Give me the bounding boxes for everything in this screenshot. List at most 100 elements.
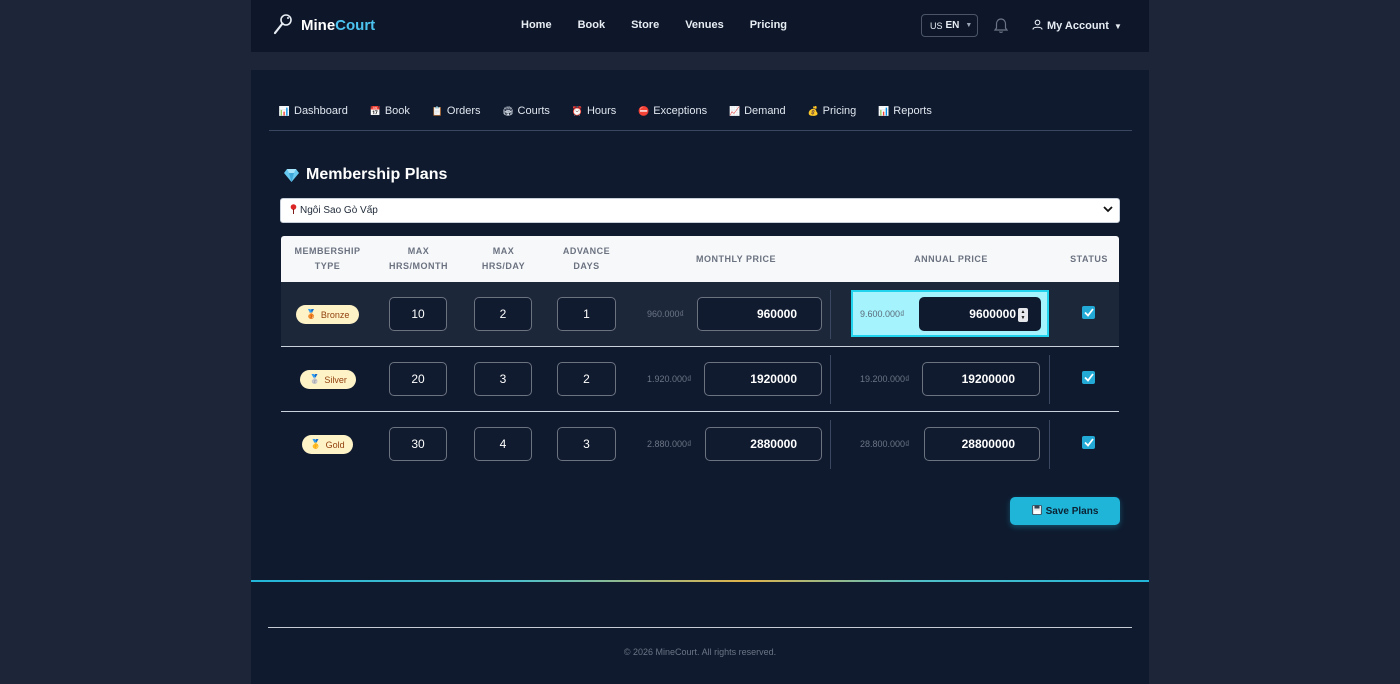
- page-title-text: Membership Plans: [306, 166, 448, 183]
- admin-tabs: 📊 Dashboard 📅 Book 📋 Orders 🏟 Courts ⏰ Hours …: [279, 105, 954, 117]
- table-row: 🥇 Gold 30 4 3 2.880.000₫ 2880000 28.800.0…: [281, 412, 1119, 477]
- footer-copyright: © 2026 MineCourt. All rights reserved.: [623, 647, 777, 657]
- header-max-hrs-day: MAX HRS/DAY: [481, 246, 526, 271]
- monthly-price-input[interactable]: 960000: [697, 297, 822, 331]
- racket-icon: [273, 14, 292, 36]
- tabs-divider: [269, 130, 1132, 131]
- no-entry-icon: ⛔: [638, 105, 650, 116]
- status-checkbox[interactable]: [1082, 436, 1095, 449]
- max-hrs-day-input[interactable]: 3: [474, 362, 532, 396]
- medal-icon: 🥉: [305, 309, 317, 319]
- save-plans-label: Save Plans: [1045, 505, 1099, 517]
- chevron-down-icon: [1103, 206, 1113, 215]
- bar-chart-icon: 📊: [878, 105, 890, 116]
- header-max-hrs-month: MAX HRS/MONTH: [389, 246, 448, 271]
- monthly-price-formatted: 960.000₫: [647, 309, 685, 319]
- tab-hours[interactable]: ⏰ Hours: [572, 105, 616, 117]
- number-spinner-icon[interactable]: ▲ ▼: [1018, 308, 1028, 322]
- footer-divider: [268, 627, 1132, 628]
- location-pin-icon: [290, 204, 297, 217]
- brand-name-part2: Court: [335, 16, 376, 34]
- annual-price-cell-focused: 9.600.000₫ 9600000 ▲ ▼: [851, 290, 1049, 337]
- chevron-down-icon: ▼: [1113, 21, 1122, 31]
- medal-icon: 🥇: [310, 439, 322, 449]
- plans-table-header: MEMBERSHIP TYPE MAX HRS/MONTH MAX HRS/DAY A…: [281, 236, 1119, 282]
- nav-venues[interactable]: Venues: [685, 19, 724, 31]
- annual-price-input[interactable]: 9600000 ▲ ▼: [919, 297, 1041, 331]
- tab-label: Demand: [744, 105, 786, 117]
- tab-book[interactable]: 📅 Book: [370, 105, 410, 117]
- caret-down-icon: ▼: [965, 22, 973, 29]
- flag-icon: US: [930, 20, 943, 31]
- cell-divider: [1049, 420, 1050, 469]
- nav-store[interactable]: Store: [631, 19, 659, 31]
- tab-label: Orders: [446, 105, 481, 117]
- annual-price-formatted: 28.800.000₫: [860, 439, 910, 449]
- account-menu[interactable]: My Account ▼: [1032, 19, 1122, 33]
- header-spacer: [251, 52, 1149, 70]
- max-hrs-month-input[interactable]: 30: [389, 427, 447, 461]
- monthly-price-input[interactable]: 2880000: [705, 427, 822, 461]
- tab-label: Book: [384, 105, 410, 117]
- tab-label: Hours: [586, 105, 617, 117]
- advance-days-input[interactable]: 2: [557, 362, 616, 396]
- brand-logo[interactable]: Mine Court: [273, 14, 375, 36]
- table-row: 🥉 Bronze 10 2 1 960.000₫ 960000 9.600.000…: [281, 282, 1119, 347]
- top-header: Mine Court Home Book Store Venues Pricing…: [251, 0, 1149, 52]
- status-checkbox[interactable]: [1082, 371, 1095, 384]
- tab-label: Pricing: [822, 105, 857, 117]
- page-container: Mine Court Home Book Store Venues Pricing…: [251, 0, 1149, 684]
- max-hrs-day-input[interactable]: 4: [474, 427, 532, 461]
- membership-badge-silver: 🥈 Silver: [300, 370, 356, 389]
- tab-orders[interactable]: 📋 Orders: [432, 105, 481, 117]
- header-advance-days: ADVANCE DAYS: [562, 246, 611, 271]
- user-icon: [1032, 19, 1043, 33]
- tab-demand[interactable]: 📈 Demand: [729, 105, 786, 117]
- header-monthly-price: MONTHLY PRICE: [695, 253, 776, 264]
- clipboard-icon: 📋: [431, 105, 444, 116]
- gem-icon: [284, 168, 299, 182]
- status-checkbox[interactable]: [1082, 306, 1095, 319]
- nav-home[interactable]: Home: [521, 19, 552, 31]
- tab-dashboard[interactable]: 📊 Dashboard: [279, 105, 348, 117]
- floppy-disk-icon: [1031, 505, 1042, 517]
- cell-divider: [830, 355, 831, 404]
- dashboard-icon: 📊: [278, 105, 291, 116]
- advance-days-input[interactable]: 3: [557, 427, 616, 461]
- calendar-icon: 📅: [369, 105, 381, 116]
- header-membership-type: MEMBERSHIP TYPE: [294, 246, 361, 271]
- stadium-icon: 🏟: [502, 105, 514, 116]
- money-bag-icon: 💰: [807, 105, 819, 116]
- bell-icon[interactable]: [993, 17, 1009, 35]
- tab-exceptions[interactable]: ⛔ Exceptions: [638, 105, 707, 117]
- annual-price-input[interactable]: 28800000: [924, 427, 1040, 461]
- max-hrs-month-input[interactable]: 10: [389, 297, 447, 331]
- language-label: EN: [945, 20, 960, 31]
- header-status: STATUS: [1070, 253, 1108, 264]
- membership-badge-bronze: 🥉 Bronze: [296, 305, 359, 324]
- monthly-price-input[interactable]: 1920000: [704, 362, 822, 396]
- annual-price-formatted: 9.600.000₫: [860, 309, 905, 319]
- cell-divider: [830, 290, 831, 339]
- chart-up-icon: 📈: [728, 105, 741, 116]
- venue-select[interactable]: Ngôi Sao Gò Vấp: [280, 198, 1120, 223]
- advance-days-input[interactable]: 1: [557, 297, 616, 331]
- membership-badge-gold: 🥇 Gold: [302, 435, 353, 454]
- account-label: My Account: [1047, 20, 1109, 32]
- language-selector[interactable]: US EN ▼: [921, 14, 978, 37]
- main-nav: Home Book Store Venues Pricing: [521, 19, 813, 31]
- annual-price-input[interactable]: 19200000: [922, 362, 1040, 396]
- page-title: Membership Plans: [284, 166, 447, 184]
- brand-name-part1: Mine: [301, 16, 336, 34]
- nav-book[interactable]: Book: [578, 19, 606, 31]
- cell-divider: [1049, 355, 1050, 404]
- cell-divider: [830, 420, 831, 469]
- tab-courts[interactable]: 🏟 Courts: [502, 105, 550, 117]
- max-hrs-day-input[interactable]: 2: [474, 297, 532, 331]
- tab-pricing[interactable]: 💰 Pricing: [808, 105, 857, 117]
- save-plans-button[interactable]: Save Plans: [1010, 497, 1120, 525]
- tab-label: Reports: [893, 105, 932, 117]
- tab-reports[interactable]: 📊 Reports: [878, 105, 932, 117]
- max-hrs-month-input[interactable]: 20: [389, 362, 447, 396]
- nav-pricing[interactable]: Pricing: [750, 19, 787, 31]
